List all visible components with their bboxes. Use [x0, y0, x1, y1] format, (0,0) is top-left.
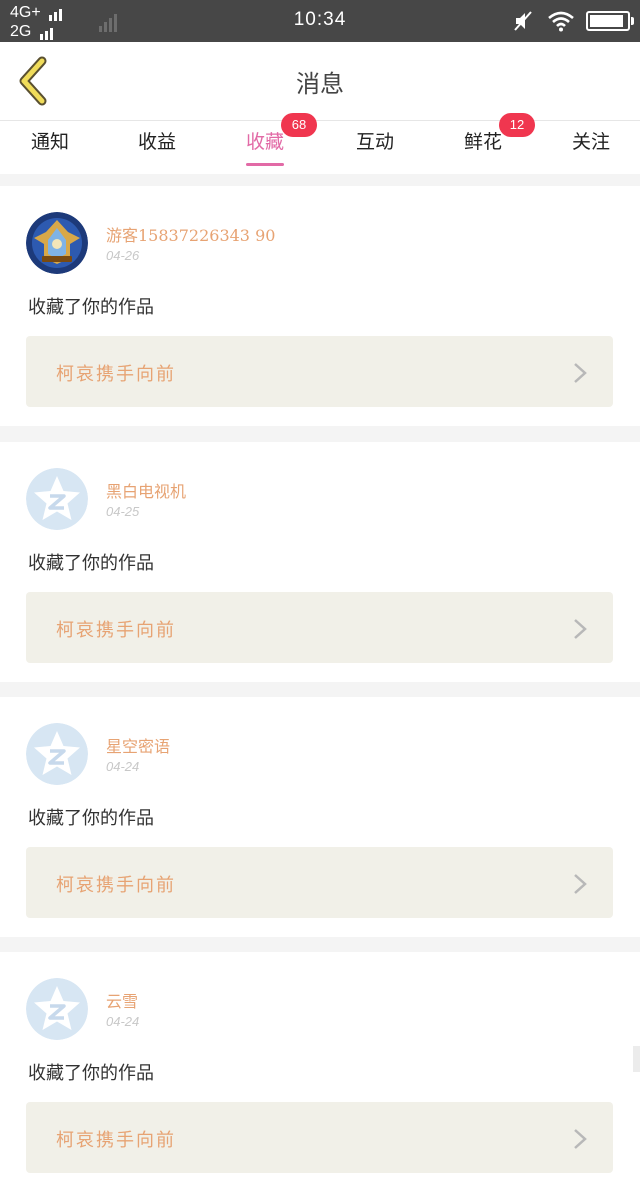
favorites-count-badge: 68: [281, 113, 317, 137]
default-star-avatar-icon: [26, 468, 88, 530]
tab-flowers[interactable]: 鲜花 12: [433, 113, 535, 175]
page-title: 消息: [296, 70, 344, 98]
message-card: 游客15837226343 90 04-26 收藏了你的作品 柯哀携手向前: [0, 186, 640, 426]
message-date: 04-25: [106, 504, 140, 519]
tab-label: 关注: [571, 131, 610, 153]
tab-notifications[interactable]: 通知: [0, 121, 100, 175]
status-bar: 4G+ 2G 10:34: [0, 0, 640, 42]
avatar[interactable]: [26, 212, 88, 274]
tab-interactions[interactable]: 互动: [325, 121, 425, 175]
username[interactable]: 云雪: [106, 988, 138, 1012]
tab-label: 鲜花: [463, 131, 502, 153]
divider: [0, 936, 640, 952]
divider: [0, 426, 640, 442]
tab-following[interactable]: 关注: [541, 121, 640, 175]
tab-bar: 通知 收益 收藏 68 互动 鲜花 12 关注: [0, 113, 640, 175]
work-title: 柯哀携手向前: [56, 875, 176, 896]
flowers-count-badge: 12: [499, 113, 535, 137]
message-action: 收藏了你的作品: [28, 808, 154, 829]
message-action: 收藏了你的作品: [28, 553, 154, 574]
work-link[interactable]: 柯哀携手向前: [26, 336, 613, 407]
scrollbar[interactable]: [633, 1046, 640, 1072]
message-card: 星空密语 04-24 收藏了你的作品 柯哀携手向前: [0, 697, 640, 937]
tab-label: 收益: [137, 131, 176, 153]
chevron-right-icon: [574, 874, 587, 894]
work-title: 柯哀携手向前: [56, 364, 176, 385]
status-icons: [512, 10, 634, 32]
chevron-right-icon: [574, 619, 587, 639]
chevron-right-icon: [574, 1129, 587, 1149]
message-date: 04-24: [106, 1014, 140, 1029]
message-date: 04-26: [106, 248, 140, 263]
username[interactable]: 星空密语: [106, 733, 170, 757]
tab-favorites[interactable]: 收藏 68: [215, 113, 317, 175]
username[interactable]: 游客15837226343 90: [106, 222, 275, 246]
game-emblem-avatar-icon: [26, 212, 88, 274]
wifi-icon: [548, 11, 574, 32]
avatar[interactable]: [26, 468, 88, 530]
tab-label: 通知: [30, 131, 69, 153]
work-link[interactable]: 柯哀携手向前: [26, 847, 613, 918]
message-date: 04-24: [106, 759, 140, 774]
message-card: 黑白电视机 04-25 收藏了你的作品 柯哀携手向前: [0, 442, 640, 682]
message-action: 收藏了你的作品: [28, 297, 154, 318]
default-star-avatar-icon: [26, 723, 88, 785]
tab-label: 互动: [355, 131, 394, 153]
message-action: 收藏了你的作品: [28, 1063, 154, 1084]
battery-icon: [586, 11, 634, 31]
chevron-right-icon: [574, 363, 587, 383]
nav-bar: 消息: [0, 42, 640, 120]
message-card: 云雪 04-24 收藏了你的作品 柯哀携手向前: [0, 952, 640, 1192]
tab-earnings[interactable]: 收益: [107, 121, 207, 175]
active-tab-indicator: [246, 163, 284, 166]
default-star-avatar-icon: [26, 978, 88, 1040]
tab-label: 收藏: [245, 131, 284, 153]
avatar[interactable]: [26, 723, 88, 785]
mute-icon: [514, 11, 532, 31]
avatar[interactable]: [26, 978, 88, 1040]
work-title: 柯哀携手向前: [56, 620, 176, 641]
work-link[interactable]: 柯哀携手向前: [26, 592, 613, 663]
work-title: 柯哀携手向前: [56, 1130, 176, 1151]
username[interactable]: 黑白电视机: [106, 478, 186, 502]
divider: [0, 174, 640, 186]
divider: [0, 681, 640, 697]
